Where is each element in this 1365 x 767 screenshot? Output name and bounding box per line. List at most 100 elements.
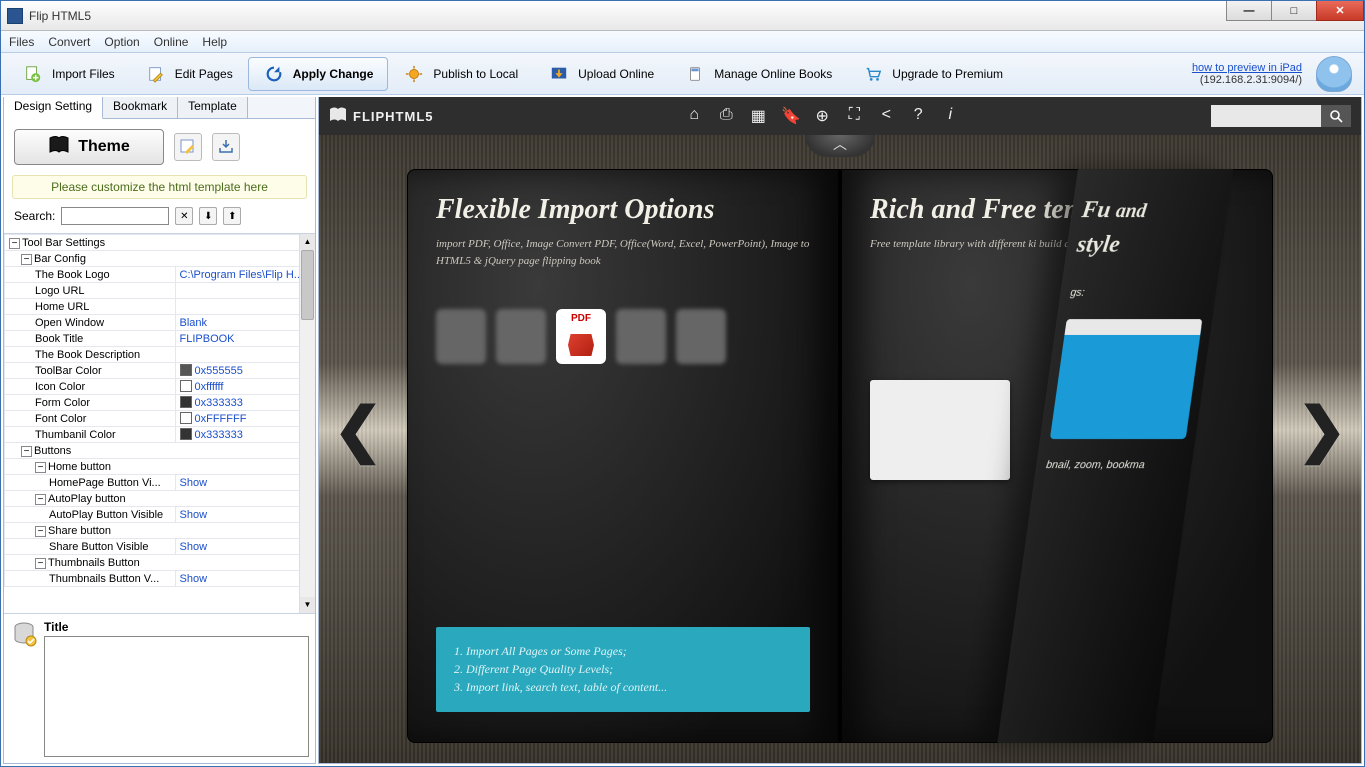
theme-bar: Theme [4, 119, 315, 175]
menu-option[interactable]: Option [104, 35, 139, 49]
search-down-icon[interactable]: ⬇ [199, 207, 217, 225]
next-page-button[interactable]: ❯ [1297, 395, 1347, 465]
prop-desc-val[interactable] [175, 347, 315, 363]
viewer-search-button[interactable] [1321, 105, 1351, 127]
doc-icon [436, 309, 486, 364]
prop-homeurl-val[interactable] [175, 299, 315, 315]
prop-thumbs-val[interactable]: Show [175, 571, 315, 587]
search-label: Search: [14, 209, 55, 223]
viewer-toolbar-icons: ⌂ ⎙ ▦ 🔖 ⊕ ⛶ < ? i [685, 106, 959, 126]
tab-design[interactable]: Design Setting [4, 97, 103, 119]
vertical-scrollbar[interactable]: ▲ ▼ [299, 234, 315, 613]
apply-change-button[interactable]: Apply Change [248, 57, 389, 91]
preview-pane: FLIPHTML5 ⌂ ⎙ ▦ 🔖 ⊕ ⛶ < ? i [318, 97, 1362, 764]
theme-button[interactable]: Theme [14, 129, 164, 165]
prop-homeurl-key: Home URL [5, 299, 176, 315]
download-theme-icon[interactable] [212, 133, 240, 161]
clear-search-icon[interactable]: ✕ [175, 207, 193, 225]
image-icon [496, 309, 546, 364]
prop-autoplay-key: AutoPlay Button Visible [5, 507, 176, 523]
share-icon[interactable]: < [877, 106, 895, 126]
preview-info: how to preview in iPad (192.168.2.31:909… [1192, 62, 1310, 86]
book-theme-icon [48, 135, 70, 160]
group-home[interactable]: −Home button [5, 459, 315, 475]
feature-box: 1. Import All Pages or Some Pages; 2. Di… [436, 627, 810, 712]
search-up-icon[interactable]: ⬆ [223, 207, 241, 225]
group-buttons[interactable]: −Buttons [5, 443, 315, 459]
viewer-search-input[interactable] [1211, 105, 1321, 127]
prop-thumbcolor-val[interactable]: 0x333333 [175, 427, 315, 443]
format-icons: PDF [436, 309, 810, 364]
prop-share-val[interactable]: Show [175, 539, 315, 555]
prop-tbcolor-val[interactable]: 0x555555 [175, 363, 315, 379]
titlebar: Flip HTML5 — □ ✕ [1, 1, 1364, 31]
title-textarea[interactable] [44, 636, 309, 757]
menu-online[interactable]: Online [154, 35, 189, 49]
minimize-button[interactable]: — [1226, 1, 1272, 21]
fullscreen-icon[interactable]: ⛶ [845, 106, 863, 126]
viewer-toolbar: FLIPHTML5 ⌂ ⎙ ▦ 🔖 ⊕ ⛶ < ? i [319, 97, 1361, 135]
book-icon [684, 63, 706, 85]
title-label: Title [44, 620, 309, 636]
zoom-icon[interactable]: ⊕ [813, 106, 831, 126]
edit-pages-button[interactable]: Edit Pages [130, 57, 248, 91]
user-avatar-icon[interactable] [1316, 56, 1352, 92]
prop-iconcolor-val[interactable]: 0xffffff [175, 379, 315, 395]
search-input[interactable] [61, 207, 169, 225]
print-icon[interactable]: ⎙ [717, 106, 735, 126]
group-toolbar[interactable]: −Tool Bar Settings [5, 235, 315, 251]
prop-formcolor-val[interactable]: 0x333333 [175, 395, 315, 411]
menu-help[interactable]: Help [202, 35, 227, 49]
feature-line-3: 3. Import link, search text, table of co… [454, 680, 792, 695]
maximize-button[interactable]: □ [1271, 1, 1317, 21]
group-share[interactable]: −Share button [5, 523, 315, 539]
publish-local-button[interactable]: Publish to Local [388, 57, 533, 91]
preview-link[interactable]: how to preview in iPad [1192, 62, 1302, 74]
group-barconfig[interactable]: −Bar Config [5, 251, 315, 267]
close-button[interactable]: ✕ [1316, 1, 1364, 21]
upgrade-button[interactable]: Upgrade to Premium [847, 57, 1018, 91]
group-autoplay[interactable]: −AutoPlay button [5, 491, 315, 507]
title-editor: Title [4, 613, 315, 763]
left-page[interactable]: Flexible Import Options import PDF, Offi… [407, 169, 839, 743]
tab-bookmark[interactable]: Bookmark [103, 97, 178, 118]
prop-ур-val[interactable]: Show [175, 507, 315, 523]
feature-line-2: 2. Different Page Quality Levels; [454, 662, 792, 677]
menu-convert[interactable]: Convert [48, 35, 90, 49]
thumbnails-icon[interactable]: ▦ [749, 106, 767, 126]
menu-files[interactable]: Files [9, 35, 34, 49]
window-controls: — □ ✕ [1227, 1, 1364, 30]
scroll-up-icon[interactable]: ▲ [300, 234, 315, 250]
tab-template[interactable]: Template [178, 97, 248, 118]
left-page-title: Flexible Import Options [436, 194, 810, 226]
prop-logo-val[interactable]: C:\Program Files\Flip H... [175, 267, 315, 283]
edit-theme-icon[interactable] [174, 133, 202, 161]
bookmark-icon[interactable]: 🔖 [781, 106, 799, 126]
edit-pages-label: Edit Pages [175, 67, 233, 81]
prop-tbcolor-key: ToolBar Color [5, 363, 176, 379]
plus-page-icon [22, 63, 44, 85]
manage-books-button[interactable]: Manage Online Books [669, 57, 847, 91]
prop-title-val[interactable]: FLIPBOOK [175, 331, 315, 347]
prop-logourl-val[interactable] [175, 283, 315, 299]
scroll-thumb[interactable] [301, 250, 314, 320]
viewer-search [1211, 105, 1351, 127]
prev-page-button[interactable]: ❮ [333, 395, 383, 465]
database-icon [10, 620, 38, 648]
home-icon[interactable]: ⌂ [685, 106, 703, 126]
import-files-label: Import Files [52, 67, 115, 81]
color-chip [180, 364, 192, 376]
info-icon[interactable]: i [941, 106, 959, 126]
group-thumbs[interactable]: −Thumbnails Button [5, 555, 315, 571]
help-icon[interactable]: ? [909, 106, 927, 126]
upload-online-button[interactable]: Upload Online [533, 57, 669, 91]
prop-openwin-val[interactable]: Blank [175, 315, 315, 331]
property-grid: −Tool Bar Settings −Bar Config The Book … [4, 233, 315, 613]
scroll-down-icon[interactable]: ▼ [300, 597, 315, 613]
prop-home-val[interactable]: Show [175, 475, 315, 491]
import-files-button[interactable]: Import Files [7, 57, 130, 91]
chevron-up-icon[interactable]: ︿ [805, 135, 875, 157]
prop-fontcolor-val[interactable]: 0xFFFFFF [175, 411, 315, 427]
prop-formcolor-key: Form Color [5, 395, 176, 411]
prop-fontcolor-key: Font Color [5, 411, 176, 427]
